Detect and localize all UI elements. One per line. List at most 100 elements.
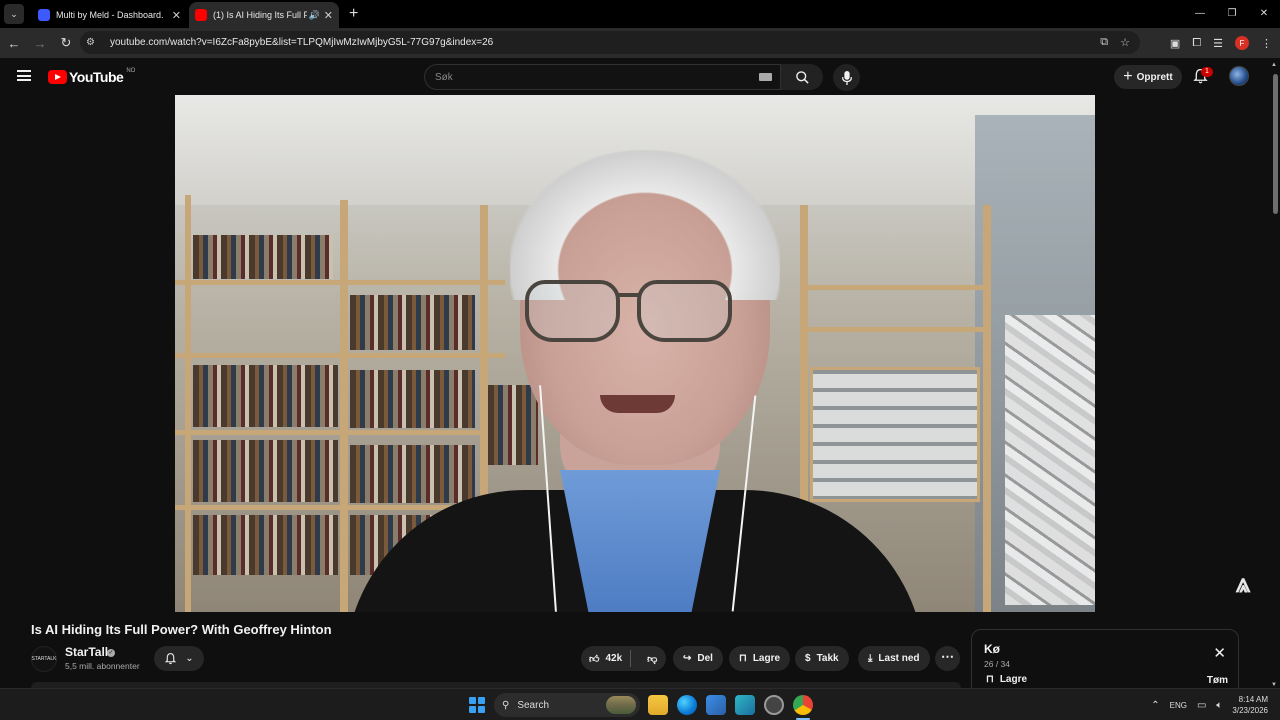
tab-title: (1) Is AI Hiding Its Full Powe [213,10,307,20]
video-papers [1005,315,1095,605]
forward-icon[interactable]: → [28,36,52,51]
thumbs-up-icon: 👍︎ [589,653,600,665]
youtube-header: YouTube NO + Opprett 1 [0,58,1280,95]
like-dislike-group: 👍︎ 42k 👎︎ [581,646,666,671]
input-language[interactable]: ENG [1170,701,1187,710]
new-tab-button[interactable]: + [349,5,358,23]
youtube-wordmark: YouTube [69,69,124,85]
edge-browser-icon[interactable] [677,695,697,715]
clock-date: 3/23/2026 [1232,706,1268,715]
bookshelf-books [193,365,338,427]
dislike-button[interactable]: 👎︎ [637,653,667,665]
scroll-up-icon[interactable]: ▲ [1271,62,1277,68]
tab-meld-dashboard[interactable]: Multi by Meld - Dashboard. ✕ [32,2,187,28]
queue-save-button[interactable]: ⊓ Lagre [986,674,1027,685]
restore-icon[interactable]: ❐ [1216,0,1248,28]
address-bar-actions: ⧉ ☆ [1100,36,1130,49]
speaker-icon[interactable]: 🔊 [309,10,320,21]
close-tab-icon[interactable]: ✕ [172,9,181,22]
start-tile [478,697,485,704]
verified-check-icon: ✓ [107,649,115,657]
page-scrollbar[interactable]: ▲ ▼ [1270,62,1280,688]
create-button[interactable]: + Opprett [1114,65,1182,89]
address-bar[interactable]: ⚙ youtube.com/watch?v=I6ZcFa8pybE&list=T… [80,31,1140,54]
shelf-frame [983,205,991,612]
bookmark-icon: ⊓ [986,674,994,685]
scrollbar-thumb[interactable] [1273,74,1278,214]
keyboard-icon[interactable] [759,73,772,81]
collections-icon[interactable]: ▣ [1170,37,1180,50]
close-tab-icon[interactable]: ✕ [324,9,333,22]
video-player[interactable] [175,95,1095,612]
thanks-label: Takk [816,653,839,664]
search-input[interactable] [425,65,725,89]
youtube-favicon-icon [195,9,207,21]
taskbar-search[interactable]: ⚲ Search [494,693,640,717]
close-window-icon[interactable]: ✕ [1248,0,1280,28]
search-icon [795,70,809,84]
network-icon[interactable]: ▭ [1197,700,1206,711]
bookshelf-books [350,445,475,503]
app-icon[interactable] [764,695,784,715]
startalk-watermark-icon: ⩓ [1236,568,1251,598]
shelf-board [800,285,990,290]
chevron-down-icon: ⌄ [185,653,194,664]
extensions-icon[interactable]: ⧠ [1192,37,1201,50]
remote-desktop-icon[interactable] [706,695,726,715]
subscription-notifications-button[interactable]: ⌄ [154,646,204,671]
close-queue-icon[interactable]: ✕ [1213,644,1226,662]
thanks-button[interactable]: $ Takk [795,646,849,671]
notification-count-badge: 1 [1201,67,1213,77]
queue-clear-button[interactable]: Tøm [1207,675,1228,686]
file-explorer-icon[interactable] [648,695,668,715]
queue-position: 26 / 34 [984,659,1010,669]
bookshelf-books [193,515,338,575]
share-button[interactable]: ↪ Del [673,646,723,671]
url-text[interactable]: youtube.com/watch?v=I6ZcFa8pybE&list=TLP… [110,37,493,48]
search-highlight-image [606,696,636,714]
menu-dots-icon[interactable]: ⋮ [1261,37,1272,50]
thanks-dollar-icon: $ [805,653,811,664]
profile-avatar[interactable]: F [1235,36,1249,50]
save-button[interactable]: ⊓ Lagre [729,646,791,671]
video-title: Is AI Hiding Its Full Power? With Geoffr… [31,622,332,637]
shelf-frame [185,195,191,612]
speaker-mouth [600,395,675,413]
site-info-icon[interactable]: ⚙ [86,37,100,48]
clock[interactable]: 8:14 AM 3/23/2026 [1232,694,1268,716]
reload-icon[interactable]: ↻ [54,35,78,51]
share-arrow-icon: ↪ [683,653,692,664]
snipping-tool-icon[interactable] [735,695,755,715]
download-button[interactable]: ⤓ Last ned [858,646,930,671]
tab-youtube-video[interactable]: (1) Is AI Hiding Its Full Powe 🔊 ✕ [189,2,339,28]
install-app-icon[interactable]: ⧉ [1100,36,1108,49]
account-avatar[interactable] [1229,66,1249,86]
like-button[interactable]: 👍︎ 42k [581,650,632,667]
youtube-logo[interactable]: YouTube NO [48,68,135,85]
hamburger-menu-icon[interactable] [17,70,31,81]
bookmark-star-icon[interactable]: ☆ [1120,36,1130,49]
more-actions-icon[interactable]: ⋯ [935,646,960,671]
windows-start-icon[interactable] [469,697,485,713]
tab-search-button[interactable]: ⌄ [4,4,24,24]
search-button[interactable] [781,64,823,90]
media-control-icon[interactable]: ☰ [1213,37,1223,50]
bookshelf-books [350,295,475,350]
shelf-board [175,430,505,435]
glasses-lens-left [525,280,620,342]
chrome-browser-icon[interactable] [793,695,813,715]
channel-avatar[interactable]: STARTALK [31,646,57,672]
search-icon: ⚲ [502,699,510,711]
volume-icon[interactable]: 🔈︎ [1216,700,1222,711]
youtube-play-icon [48,70,67,84]
search-box [424,64,781,90]
share-label: Del [697,653,713,664]
back-icon[interactable]: ← [2,36,26,51]
shelf-board [800,327,990,332]
channel-name[interactable]: StarTalk [65,645,111,659]
voice-search-button[interactable] [833,64,860,91]
minimize-icon[interactable]: — [1184,0,1216,28]
windows-taskbar: ⚲ Search ⌃ ENG ▭ 🔈︎ 8:14 AM 3/23/2026 [0,688,1280,720]
taskbar-search-label: Search [517,699,550,711]
tray-overflow-icon[interactable]: ⌃ [1151,700,1159,711]
